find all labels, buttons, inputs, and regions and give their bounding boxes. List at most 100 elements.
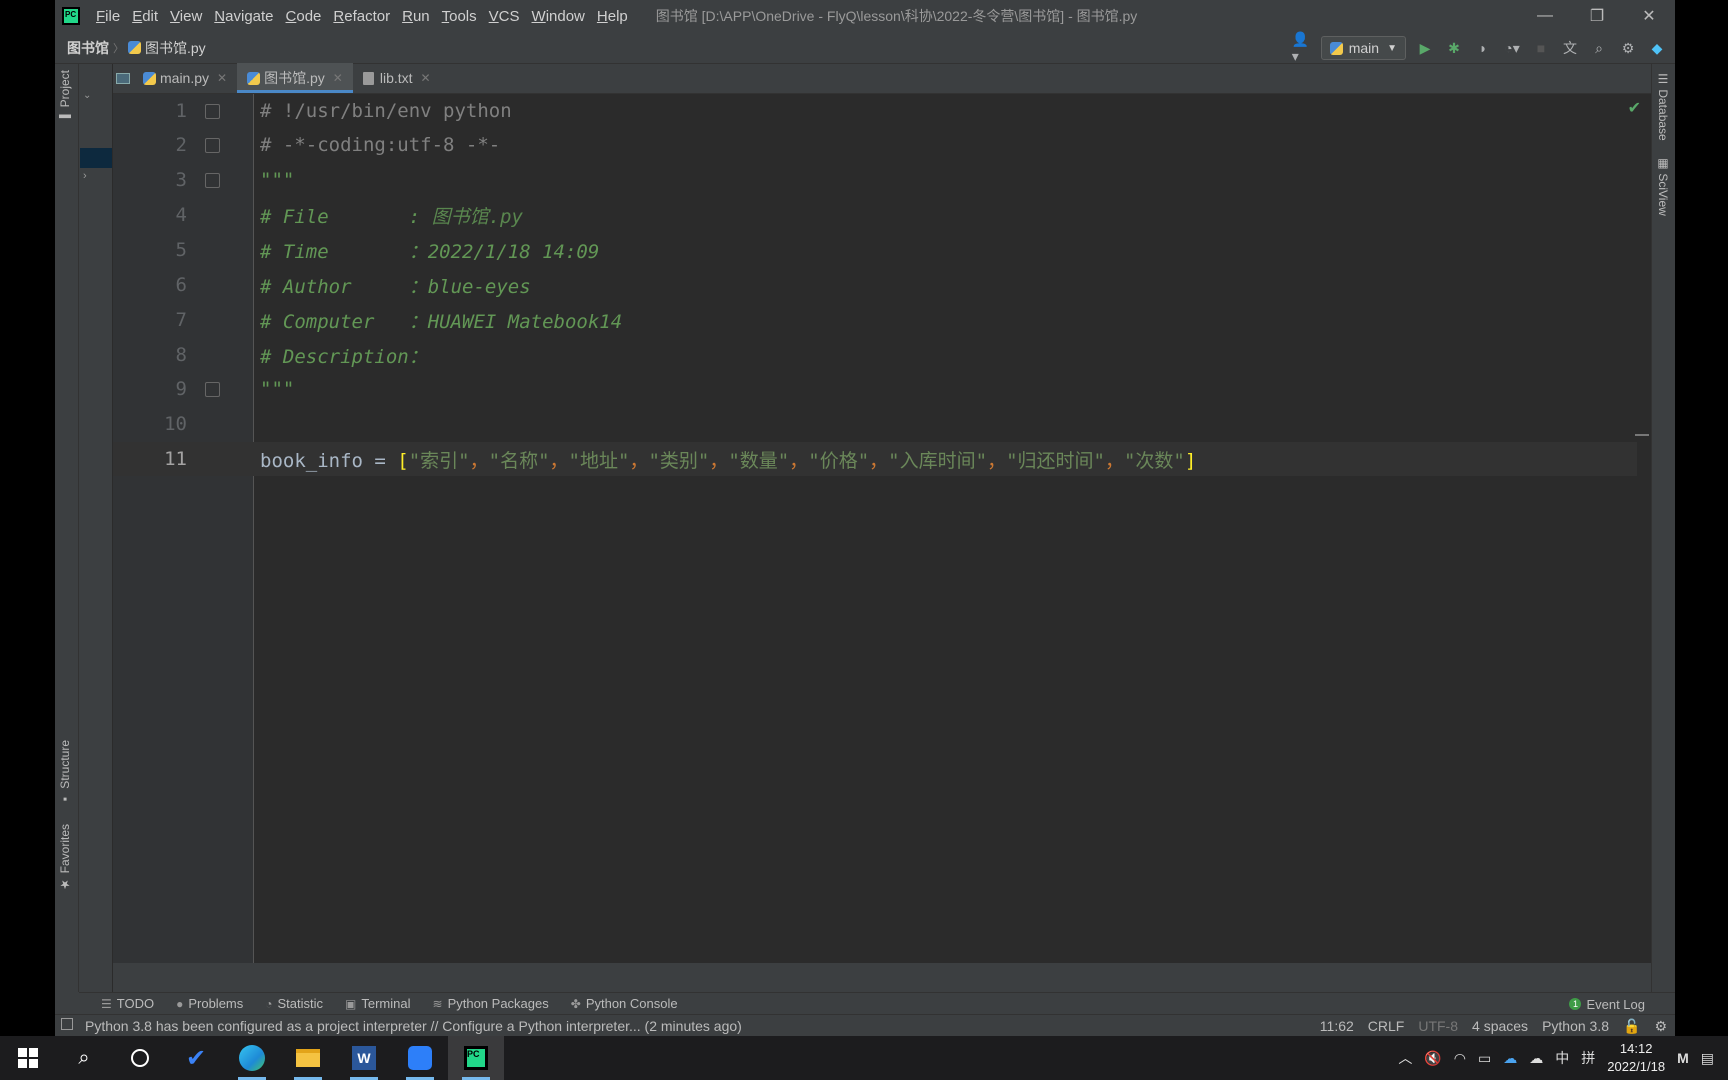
code-line[interactable]: 4 # File : 图书馆.py: [113, 198, 1651, 232]
right-tool-strip: ☰ Database ▦ SciView: [1651, 64, 1675, 992]
tab-lib-txt[interactable]: lib.txt ✕: [353, 63, 441, 93]
code-line-current[interactable]: 11 book_info = ["索引"，"名称"，"地址"，"类别"，"数量"…: [113, 442, 1651, 476]
code-text: """: [260, 169, 295, 191]
close-icon[interactable]: ✕: [421, 71, 431, 85]
volume-muted-icon[interactable]: 🔇: [1424, 1050, 1441, 1067]
python-console-tool-button[interactable]: ✤ Python Console: [571, 996, 678, 1011]
structure-tool-tab[interactable]: ▪ Structure: [58, 740, 72, 807]
menu-tools[interactable]: Tools: [436, 8, 483, 25]
restore-icon[interactable]: ❐: [1571, 0, 1623, 32]
tool-windows-toggle-icon[interactable]: [61, 1018, 73, 1030]
breadcrumb-project[interactable]: 图书馆: [67, 38, 109, 58]
ime-mode[interactable]: 中: [1555, 1048, 1569, 1068]
file-encoding[interactable]: UTF-8: [1418, 1018, 1458, 1034]
breadcrumb-file[interactable]: 图书馆.py: [128, 38, 206, 58]
clock[interactable]: 14:12 2022/1/18: [1607, 1040, 1665, 1076]
menu-window[interactable]: Window: [526, 8, 591, 25]
code-line[interactable]: 8 # Description：: [113, 338, 1651, 372]
inspection-ok-icon[interactable]: ✔: [1628, 98, 1641, 118]
fold-icon[interactable]: [205, 137, 220, 153]
menu-help[interactable]: Help: [591, 8, 634, 25]
ime-layout[interactable]: 拼: [1581, 1048, 1595, 1068]
editor-scrollbar[interactable]: ✔: [1628, 94, 1651, 963]
code-editor[interactable]: 1 # !/usr/bin/env python 2 # -*-coding:u…: [113, 94, 1651, 963]
edge-browser-icon[interactable]: [224, 1036, 280, 1080]
pycharm-taskbar-icon[interactable]: PC: [448, 1036, 504, 1080]
battery-icon[interactable]: ▭: [1478, 1050, 1491, 1067]
menu-run[interactable]: Run: [396, 8, 436, 25]
code-line[interactable]: 3 """: [113, 163, 1651, 197]
code-line[interactable]: 9 """: [113, 372, 1651, 406]
notification-icon[interactable]: ⚙: [1654, 1018, 1667, 1035]
menu-navigate[interactable]: Navigate: [208, 8, 279, 25]
sciview-tool-tab[interactable]: ▦ SciView: [1656, 156, 1670, 216]
fold-icon[interactable]: [205, 172, 220, 188]
code-line[interactable]: 6 # Author ：blue-eyes: [113, 268, 1651, 302]
tree-expand-arrow-icon[interactable]: ›: [83, 170, 87, 182]
notification-center-icon[interactable]: ▤: [1701, 1050, 1714, 1067]
minimize-icon[interactable]: —: [1519, 0, 1571, 32]
line-number: 6: [175, 274, 187, 296]
menu-code[interactable]: Code: [280, 8, 328, 25]
search-icon[interactable]: ⌕: [56, 1036, 112, 1080]
menu-refactor[interactable]: Refactor: [327, 8, 396, 25]
event-log-button[interactable]: 1 Event Log: [1569, 993, 1645, 1015]
fold-icon[interactable]: [205, 381, 220, 397]
code-line[interactable]: 10: [113, 407, 1651, 441]
debug-icon[interactable]: ✱: [1444, 38, 1464, 58]
chevron-up-icon[interactable]: ︿: [1398, 1048, 1412, 1068]
editor-split-icon[interactable]: [113, 63, 133, 93]
todo-app-icon[interactable]: ✔: [168, 1036, 224, 1080]
task-view-icon[interactable]: [112, 1036, 168, 1080]
menu-edit[interactable]: Edit: [126, 8, 164, 25]
project-tool-tab[interactable]: ▬ Project: [58, 70, 72, 125]
python-packages-tool-button[interactable]: ≋ Python Packages: [433, 996, 549, 1011]
status-message[interactable]: Python 3.8 has been configured as a proj…: [85, 1018, 742, 1034]
problems-tool-button[interactable]: ● Problems: [176, 996, 243, 1011]
user-app-icon[interactable]: M: [1677, 1050, 1689, 1066]
plugin-logo-icon[interactable]: ◆: [1647, 38, 1667, 58]
stop-icon[interactable]: ■: [1531, 38, 1551, 58]
close-icon[interactable]: ✕: [217, 71, 227, 85]
fold-icon[interactable]: [205, 103, 220, 119]
menu-vcs[interactable]: VCS: [483, 8, 526, 25]
close-icon[interactable]: ✕: [333, 71, 343, 85]
run-icon[interactable]: ▶: [1415, 38, 1435, 58]
file-explorer-icon[interactable]: [280, 1036, 336, 1080]
profile-icon[interactable]: ◔▾: [1502, 38, 1522, 58]
translate-icon[interactable]: 文: [1560, 38, 1580, 58]
line-separator[interactable]: CRLF: [1368, 1018, 1405, 1034]
start-windows-icon[interactable]: [0, 1036, 56, 1080]
cloud-icon[interactable]: ☁: [1529, 1050, 1543, 1067]
statistic-tool-button[interactable]: ◔ Statistic: [265, 996, 323, 1011]
indent-setting[interactable]: 4 spaces: [1472, 1018, 1528, 1034]
database-tool-tab[interactable]: ☰ Database: [1656, 72, 1670, 141]
run-config-selector[interactable]: main ▼: [1320, 36, 1406, 60]
word-icon[interactable]: W: [336, 1036, 392, 1080]
code-line[interactable]: 7 # Computer ：HUAWEI Matebook14: [113, 303, 1651, 337]
search-icon[interactable]: ⌕: [1589, 38, 1609, 58]
code-line[interactable]: 1 # !/usr/bin/env python: [113, 94, 1651, 128]
code-line[interactable]: 5 # Time ：2022/1/18 14:09: [113, 233, 1651, 267]
menu-view[interactable]: View: [164, 8, 208, 25]
project-tree-selection[interactable]: [80, 148, 112, 168]
project-panel-toggle-icon[interactable]: ⌄: [83, 90, 91, 101]
wifi-icon[interactable]: ◠: [1454, 1050, 1466, 1067]
settings-gear-icon[interactable]: ⚙: [1618, 38, 1638, 58]
caret-position[interactable]: 11:62: [1320, 1018, 1354, 1034]
tab-main-py[interactable]: main.py ✕: [133, 63, 237, 93]
tab-library-py[interactable]: 图书馆.py ✕: [237, 63, 353, 93]
project-tool-label: Project: [58, 70, 72, 108]
menu-file[interactable]: File: [90, 8, 126, 25]
favorites-tool-tab[interactable]: ★ Favorites: [58, 824, 72, 891]
code-line[interactable]: 2 # -*-coding:utf-8 -*-: [113, 128, 1651, 162]
lock-icon[interactable]: 🔓: [1623, 1018, 1640, 1035]
coverage-icon[interactable]: ◗: [1473, 38, 1493, 58]
close-icon[interactable]: ✕: [1623, 0, 1675, 32]
onedrive-icon[interactable]: ☁: [1503, 1050, 1517, 1067]
feishu-icon[interactable]: [392, 1036, 448, 1080]
account-icon[interactable]: 👤▾: [1292, 31, 1312, 64]
terminal-tool-button[interactable]: ▣ Terminal: [345, 996, 410, 1011]
todo-tool-button[interactable]: ☰ TODO: [101, 996, 154, 1011]
interpreter-selector[interactable]: Python 3.8: [1542, 1018, 1609, 1034]
